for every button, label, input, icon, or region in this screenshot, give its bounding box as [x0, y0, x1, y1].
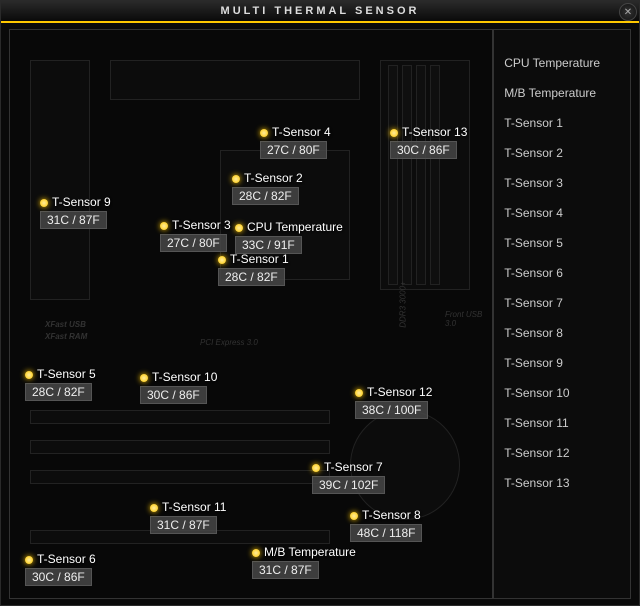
sensor-dot-icon [312, 464, 320, 472]
sensor-reading: 28C / 82F [232, 187, 299, 205]
sensor-label: T-Sensor 7 [324, 460, 383, 474]
sensor-reading: 31C / 87F [40, 211, 107, 229]
sensor-marker-t3[interactable]: T-Sensor 3 27C / 80F [160, 218, 231, 252]
sensor-reading: 30C / 86F [390, 141, 457, 159]
sidebar-item-12[interactable]: T-Sensor 11 [494, 408, 630, 438]
sensor-list: CPU TemperatureM/B TemperatureT-Sensor 1… [494, 48, 630, 498]
sensor-reading: 38C / 100F [355, 401, 428, 419]
sidebar-item-2[interactable]: T-Sensor 1 [494, 108, 630, 138]
sensor-label: T-Sensor 2 [244, 171, 303, 185]
sensor-dot-icon [25, 556, 33, 564]
sidebar-item-7[interactable]: T-Sensor 6 [494, 258, 630, 288]
front-usb-label: Front USB 3.0 [445, 310, 492, 328]
sidebar-item-10[interactable]: T-Sensor 9 [494, 348, 630, 378]
sensor-reading: 27C / 80F [260, 141, 327, 159]
sensor-marker-t4[interactable]: T-Sensor 4 27C / 80F [260, 125, 331, 159]
sensor-reading: 30C / 86F [140, 386, 207, 404]
sensor-marker-t11[interactable]: T-Sensor 11 31C / 87F [150, 500, 226, 534]
sensor-label: T-Sensor 9 [52, 195, 111, 209]
ddr-label: DDR3 3000+ [399, 281, 408, 327]
sensor-dot-icon [25, 371, 33, 379]
sidebar-item-14[interactable]: T-Sensor 13 [494, 468, 630, 498]
sidebar-item-3[interactable]: T-Sensor 2 [494, 138, 630, 168]
sensor-reading: 30C / 86F [25, 568, 92, 586]
sensor-reading: 39C / 102F [312, 476, 385, 494]
sidebar-item-9[interactable]: T-Sensor 8 [494, 318, 630, 348]
sensor-dot-icon [150, 504, 158, 512]
sensor-marker-t1[interactable]: T-Sensor 1 28C / 82F [218, 252, 289, 286]
sensor-label: T-Sensor 12 [367, 385, 432, 399]
sensor-reading: 28C / 82F [218, 268, 285, 286]
sensor-dot-icon [40, 199, 48, 207]
sidebar-item-6[interactable]: T-Sensor 5 [494, 228, 630, 258]
sensor-label: T-Sensor 3 [172, 218, 231, 232]
close-button[interactable]: ✕ [619, 3, 637, 21]
xfast-ram-label: XFast RAM [45, 332, 87, 341]
sensor-label: T-Sensor 8 [362, 508, 421, 522]
sensor-dot-icon [252, 549, 260, 557]
sensor-marker-t13[interactable]: T-Sensor 13 30C / 86F [390, 125, 467, 159]
sensor-marker-t5[interactable]: T-Sensor 5 28C / 82F [25, 367, 96, 401]
sidebar-item-5[interactable]: T-Sensor 4 [494, 198, 630, 228]
sensor-marker-t7[interactable]: T-Sensor 7 39C / 102F [312, 460, 385, 494]
window-title: Multi Thermal Sensor [221, 5, 420, 17]
sensor-dot-icon [160, 222, 168, 230]
app-window: Multi Thermal Sensor ✕ PCI Expre [0, 0, 640, 606]
sensor-label: T-Sensor 10 [152, 370, 217, 384]
sensor-marker-cpu[interactable]: CPU Temperature33C / 91F [235, 220, 343, 254]
pci-label: PCI Express 3.0 [200, 338, 258, 347]
sidebar-item-4[interactable]: T-Sensor 3 [494, 168, 630, 198]
sensor-dot-icon [235, 224, 243, 232]
sensor-label: T-Sensor 4 [272, 125, 331, 139]
sensor-label: T-Sensor 11 [162, 500, 226, 514]
sensor-dot-icon [232, 175, 240, 183]
content-area: PCI Express 3.0 XFast USB XFast RAM Fron… [1, 23, 639, 605]
sidebar-item-8[interactable]: T-Sensor 7 [494, 288, 630, 318]
sensor-dot-icon [390, 129, 398, 137]
xfast-usb-label: XFast USB [45, 320, 86, 329]
sensor-marker-t2[interactable]: T-Sensor 2 28C / 82F [232, 171, 303, 205]
sidebar-item-11[interactable]: T-Sensor 10 [494, 378, 630, 408]
sensor-dot-icon [355, 389, 363, 397]
sensor-label: T-Sensor 5 [37, 367, 96, 381]
sensor-label: T-Sensor 6 [37, 552, 96, 566]
sensor-marker-mb[interactable]: M/B Temperature 31C / 87F [252, 545, 356, 579]
sensor-marker-t9[interactable]: T-Sensor 9 31C / 87F [40, 195, 111, 229]
sensor-reading: 48C / 118F [350, 524, 422, 542]
sidebar-item-13[interactable]: T-Sensor 12 [494, 438, 630, 468]
sensor-dot-icon [350, 512, 358, 520]
sensor-reading: 31C / 87F [252, 561, 319, 579]
sensor-reading: 31C / 87F [150, 516, 217, 534]
sensor-dot-icon [260, 129, 268, 137]
sensor-reading: 28C / 82F [25, 383, 92, 401]
sensor-marker-t6[interactable]: T-Sensor 6 30C / 86F [25, 552, 96, 586]
motherboard-view[interactable]: PCI Express 3.0 XFast USB XFast RAM Fron… [9, 29, 493, 599]
sensor-marker-t10[interactable]: T-Sensor 10 30C / 86F [140, 370, 217, 404]
sensor-dot-icon [140, 374, 148, 382]
sensor-marker-t8[interactable]: T-Sensor 8 48C / 118F [350, 508, 422, 542]
sensor-reading: 27C / 80F [160, 234, 227, 252]
sidebar-item-1[interactable]: M/B Temperature [494, 78, 630, 108]
sensor-label: T-Sensor 13 [402, 125, 467, 139]
sidebar-item-0[interactable]: CPU Temperature [494, 48, 630, 78]
sensor-list-sidebar: CPU TemperatureM/B TemperatureT-Sensor 1… [493, 29, 631, 599]
sensor-dot-icon [218, 256, 226, 264]
close-icon: ✕ [624, 7, 632, 18]
sensor-label: CPU Temperature [247, 220, 343, 234]
titlebar: Multi Thermal Sensor ✕ [1, 1, 639, 23]
sensor-marker-t12[interactable]: T-Sensor 12 38C / 100F [355, 385, 432, 419]
sensor-label: T-Sensor 1 [230, 252, 289, 266]
sensor-label: M/B Temperature [264, 545, 356, 559]
